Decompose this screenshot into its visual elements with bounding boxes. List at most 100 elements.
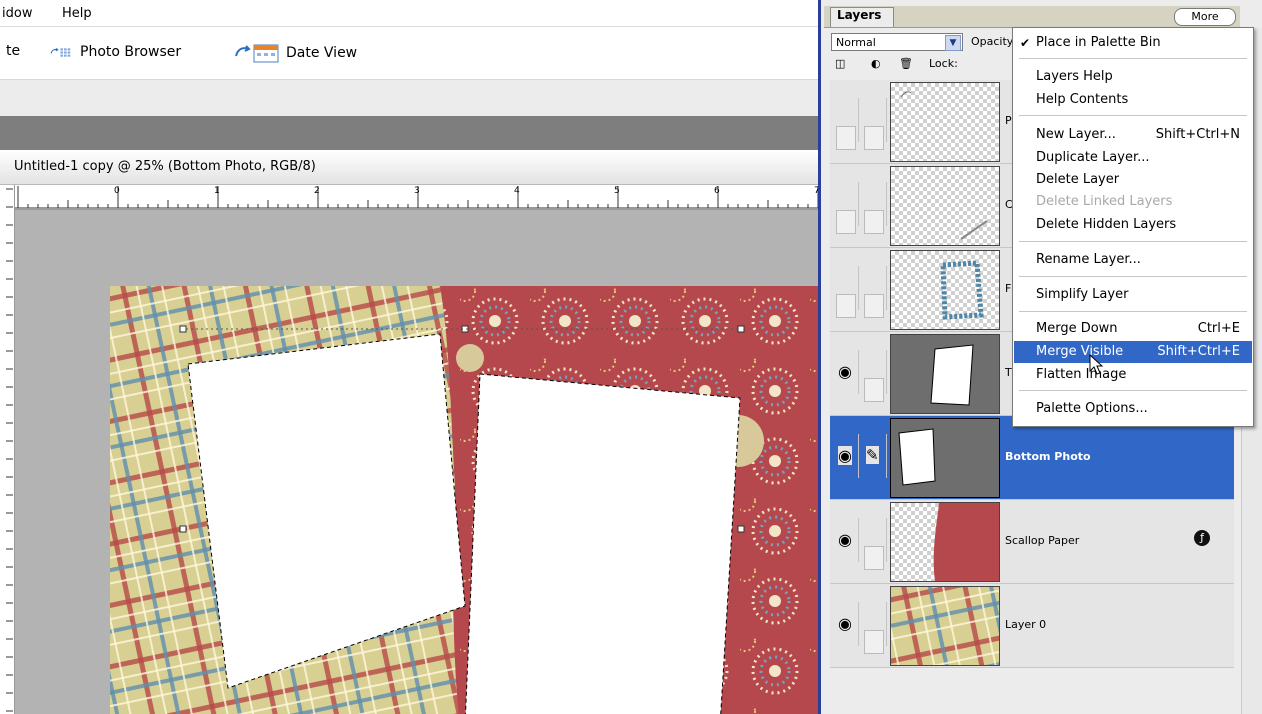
eye-icon: ◉ xyxy=(838,362,852,381)
photo-browser-icon xyxy=(50,47,71,57)
menu-item-label: Delete Hidden Layers xyxy=(1036,217,1177,232)
checkmark-icon: ✔ xyxy=(1020,36,1031,50)
layer-thumbnail xyxy=(890,586,1000,666)
menu-bar: idow Help xyxy=(0,0,818,27)
image-canvas[interactable] xyxy=(15,210,818,714)
menu-item-palette-options[interactable]: Palette Options... xyxy=(1014,398,1252,420)
layer-row-selected[interactable]: ◉ ✎ Bottom Photo xyxy=(830,416,1234,500)
menu-item-label: Simplify Layer xyxy=(1036,287,1129,302)
chevron-down-icon[interactable]: ▼ xyxy=(945,35,961,51)
trash-icon[interactable]: 🗑 xyxy=(899,57,913,70)
layer-name: F xyxy=(1005,282,1012,295)
menu-item-flatten-image[interactable]: Flatten Image xyxy=(1014,364,1252,386)
palette-tab-bar: Layers More xyxy=(824,6,1240,28)
menu-item-label: Flatten Image xyxy=(1036,367,1127,382)
menu-item-delete-layer[interactable]: Delete Layer xyxy=(1014,169,1252,191)
menu-help[interactable]: Help xyxy=(62,6,92,21)
visibility-toggle[interactable] xyxy=(832,182,859,234)
ruler-number: 0 xyxy=(114,186,120,196)
link-toggle[interactable] xyxy=(860,182,887,234)
ruler-number: 5 xyxy=(614,186,620,196)
date-view-label: Date View xyxy=(286,45,358,61)
more-button[interactable]: More xyxy=(1174,8,1236,26)
menu-item-help-contents[interactable]: Help Contents xyxy=(1014,89,1252,111)
ruler-number: 6 xyxy=(714,186,720,196)
create-shortcut[interactable]: te xyxy=(6,43,20,59)
menu-separator xyxy=(1019,58,1247,59)
menu-item-label: Palette Options... xyxy=(1036,401,1148,416)
visibility-toggle[interactable] xyxy=(832,98,859,150)
menu-item-layers-help[interactable]: Layers Help xyxy=(1014,66,1252,88)
link-toggle[interactable] xyxy=(860,350,887,402)
ruler-number: 4 xyxy=(514,186,520,196)
menu-separator xyxy=(1019,390,1247,391)
shortcuts-bar: te Photo Browser Date View xyxy=(0,27,818,80)
link-toggle[interactable] xyxy=(860,266,887,318)
menu-separator xyxy=(1019,241,1247,242)
date-view-button[interactable]: Date View xyxy=(234,43,357,63)
menu-item-merge-down[interactable]: Merge Down Ctrl+E xyxy=(1014,318,1252,340)
menu-item-label: Delete Layer xyxy=(1036,172,1120,187)
project-bin-bar xyxy=(0,116,818,150)
ruler-number: 3 xyxy=(414,186,420,196)
menu-item-label: Place in Palette Bin xyxy=(1036,35,1161,50)
opacity-label: Opacity xyxy=(971,35,1014,48)
link-toggle[interactable] xyxy=(860,602,887,654)
blend-mode-select[interactable]: Normal ▼ xyxy=(831,33,963,51)
layer-thumbnail xyxy=(890,82,1000,162)
palette-more-menu: ✔ Place in Palette Bin Layers Help Help … xyxy=(1012,27,1254,427)
photo-browser-label: Photo Browser xyxy=(80,44,182,60)
menu-item-label: Delete Linked Layers xyxy=(1036,194,1173,209)
scrapbook-page-image[interactable] xyxy=(110,286,818,714)
menu-item-shortcut: Shift+Ctrl+E xyxy=(1157,344,1240,359)
layer-name: Layer 0 xyxy=(1005,618,1047,631)
layer-row[interactable]: ◉ Scallop Paper ƒ xyxy=(830,500,1234,584)
mouse-cursor-icon xyxy=(1089,354,1104,375)
link-toggle[interactable] xyxy=(860,98,887,150)
visibility-toggle[interactable] xyxy=(832,266,859,318)
menu-item-simplify-layer[interactable]: Simplify Layer xyxy=(1014,284,1252,306)
document-title-bar[interactable]: Untitled-1 copy @ 25% (Bottom Photo, RGB… xyxy=(0,150,818,185)
menu-item-label: Help Contents xyxy=(1036,92,1129,107)
ruler-number: 2 xyxy=(314,186,320,196)
layer-thumbnail xyxy=(890,166,1000,246)
vertical-ruler[interactable] xyxy=(0,185,15,714)
new-layer-icon[interactable]: ◫ xyxy=(835,57,845,70)
layer-row[interactable]: ◉ Layer 0 xyxy=(830,584,1234,668)
menu-item-new-layer[interactable]: New Layer... Shift+Ctrl+N xyxy=(1014,124,1252,146)
menu-window[interactable]: idow xyxy=(2,6,32,21)
link-toggle[interactable] xyxy=(860,518,887,570)
layer-name: Scallop Paper xyxy=(1005,534,1080,547)
menu-item-duplicate-layer[interactable]: Duplicate Layer... xyxy=(1014,147,1252,169)
layer-name: Bottom Photo xyxy=(1005,450,1091,463)
menu-item-label: Duplicate Layer... xyxy=(1036,150,1150,165)
link-toggle[interactable]: ✎ xyxy=(860,434,887,478)
menu-item-shortcut: Ctrl+E xyxy=(1197,321,1240,336)
visibility-toggle[interactable]: ◉ xyxy=(832,518,859,562)
menu-item-merge-visible[interactable]: Merge Visible Shift+Ctrl+E xyxy=(1014,341,1252,363)
layer-style-icon[interactable]: ƒ xyxy=(1194,530,1210,546)
menu-item-place-in-palette-bin[interactable]: ✔ Place in Palette Bin xyxy=(1014,32,1252,54)
visibility-toggle[interactable]: ◉ xyxy=(832,434,859,478)
create-label: te xyxy=(6,43,21,59)
menu-item-rename-layer[interactable]: Rename Layer... xyxy=(1014,249,1252,271)
menu-separator xyxy=(1019,115,1247,116)
layer-thumbnail xyxy=(890,418,1000,498)
menu-item-delete-hidden-layers[interactable]: Delete Hidden Layers xyxy=(1014,214,1252,236)
layer-thumbnail xyxy=(890,250,1000,330)
layers-tab[interactable]: Layers xyxy=(830,7,894,27)
date-view-icon xyxy=(235,44,279,63)
options-bar xyxy=(0,80,818,117)
menu-item-label: Layers Help xyxy=(1036,69,1113,84)
visibility-toggle[interactable]: ◉ xyxy=(832,602,859,646)
photo-browser-button[interactable]: Photo Browser xyxy=(50,43,181,61)
layer-name: P xyxy=(1005,114,1012,127)
eye-icon: ◉ xyxy=(838,446,852,465)
visibility-toggle[interactable]: ◉ xyxy=(832,350,859,394)
blend-mode-value: Normal xyxy=(836,36,876,49)
menu-item-label: Rename Layer... xyxy=(1036,252,1141,267)
horizontal-ruler[interactable]: 0 1 2 3 4 5 6 7 xyxy=(14,185,820,210)
menu-separator xyxy=(1019,311,1247,312)
adjustment-layer-icon[interactable]: ◐ xyxy=(871,57,881,70)
ruler-number: 1 xyxy=(214,186,220,196)
